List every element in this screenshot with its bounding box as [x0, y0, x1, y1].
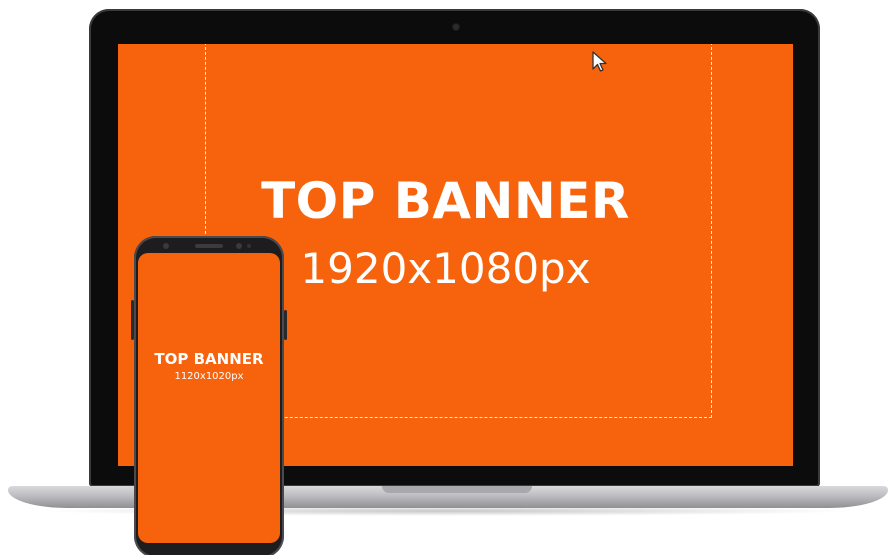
phone-screen: TOP BANNER 1120x1020px: [138, 253, 280, 543]
phone-speaker-icon: [195, 244, 223, 248]
device-mockup-scene: TOP BANNER 1920x1080px TOP BANNER 1120x1…: [0, 0, 896, 555]
phone-front-camera-icon: [163, 243, 169, 249]
phone-sensor-icon: [236, 243, 242, 249]
laptop-hinge-notch: [382, 486, 532, 493]
arrow-cursor-icon: [592, 51, 607, 72]
phone-banner-size: 1120x1020px: [174, 371, 244, 382]
phone-power-button: [284, 310, 287, 340]
laptop-camera-icon: [453, 24, 459, 30]
laptop-banner-title: TOP BANNER: [261, 172, 630, 230]
phone-proximity-icon: [247, 244, 251, 248]
phone-banner-title: TOP BANNER: [154, 350, 264, 368]
